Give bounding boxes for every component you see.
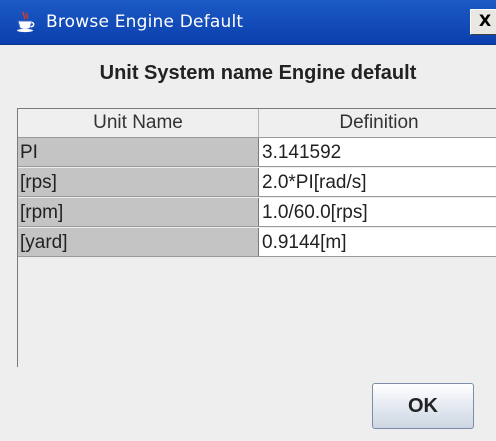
unit-name-cell[interactable]: [yard] [18,228,259,257]
title-bar[interactable]: Browse Engine Default X [0,0,496,45]
close-button[interactable]: X [470,9,496,35]
table-header: Unit Name Definition [18,109,496,138]
table-row[interactable]: [yard] 0.9144[m] [18,228,496,258]
unit-name-cell[interactable]: [rpm] [18,198,259,227]
table-row[interactable]: [rps] 2.0*PI[rad/s] [18,168,496,198]
definition-cell[interactable]: 3.141592 [259,138,496,167]
unit-system-heading: Unit System name Engine default [99,62,417,84]
ok-button[interactable]: OK [372,383,474,429]
definition-cell[interactable]: 2.0*PI[rad/s] [259,168,496,197]
unit-name-cell[interactable]: PI [18,138,259,167]
column-header-definition[interactable]: Definition [259,109,496,138]
unit-table[interactable]: Unit Name Definition PI 3.141592 [rps] 2… [17,108,496,367]
window-title: Browse Engine Default [46,12,244,32]
java-coffee-cup-icon [14,11,36,33]
table-row[interactable]: [rpm] 1.0/60.0[rps] [18,198,496,228]
unit-name-cell[interactable]: [rps] [18,168,259,197]
definition-cell[interactable]: 0.9144[m] [259,228,496,257]
dialog-window: Browse Engine Default X Unit System name… [0,0,496,441]
definition-cell[interactable]: 1.0/60.0[rps] [259,198,496,227]
table-row[interactable]: PI 3.141592 [18,138,496,168]
close-icon: X [478,11,492,30]
column-header-unit-name[interactable]: Unit Name [18,109,259,138]
